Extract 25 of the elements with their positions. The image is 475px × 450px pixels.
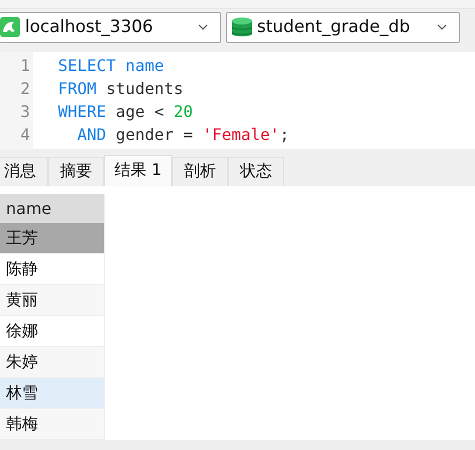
result-tab[interactable]: 摘要 — [48, 156, 104, 186]
chevron-down-icon — [437, 24, 447, 30]
table-cell[interactable]: 朱婷 — [0, 347, 104, 378]
code-line: WHERE age < 20 — [58, 100, 194, 123]
result-tab[interactable]: 结果 1 — [104, 154, 172, 186]
line-number: 3 — [19, 100, 31, 123]
result-tab[interactable]: 剖析 — [172, 156, 228, 186]
connection-icon — [0, 17, 20, 38]
line-number: 1 — [19, 54, 31, 77]
chevron-down-icon — [198, 24, 208, 30]
database-dropdown[interactable]: student_grade_db — [226, 12, 460, 43]
line-number: 4 — [19, 124, 31, 146]
code-line: FROM students — [58, 78, 184, 100]
code-line: SELECT name — [58, 54, 165, 77]
result-tab[interactable]: 状态 — [228, 156, 284, 186]
table-cell[interactable]: 林雪 — [0, 378, 104, 410]
code-line: AND gender = 'Female'; — [76, 124, 290, 146]
table-cell[interactable]: 黄丽 — [0, 285, 104, 316]
table-cell[interactable]: 韩梅 — [0, 409, 104, 440]
connection-dropdown[interactable]: localhost_3306 — [0, 12, 221, 43]
line-number: 2 — [19, 78, 31, 100]
column-header[interactable]: name — [0, 194, 104, 224]
database-icon — [232, 17, 252, 38]
table-cell[interactable]: 王芳 — [0, 223, 104, 254]
result-tab[interactable]: 消息 — [0, 156, 48, 186]
